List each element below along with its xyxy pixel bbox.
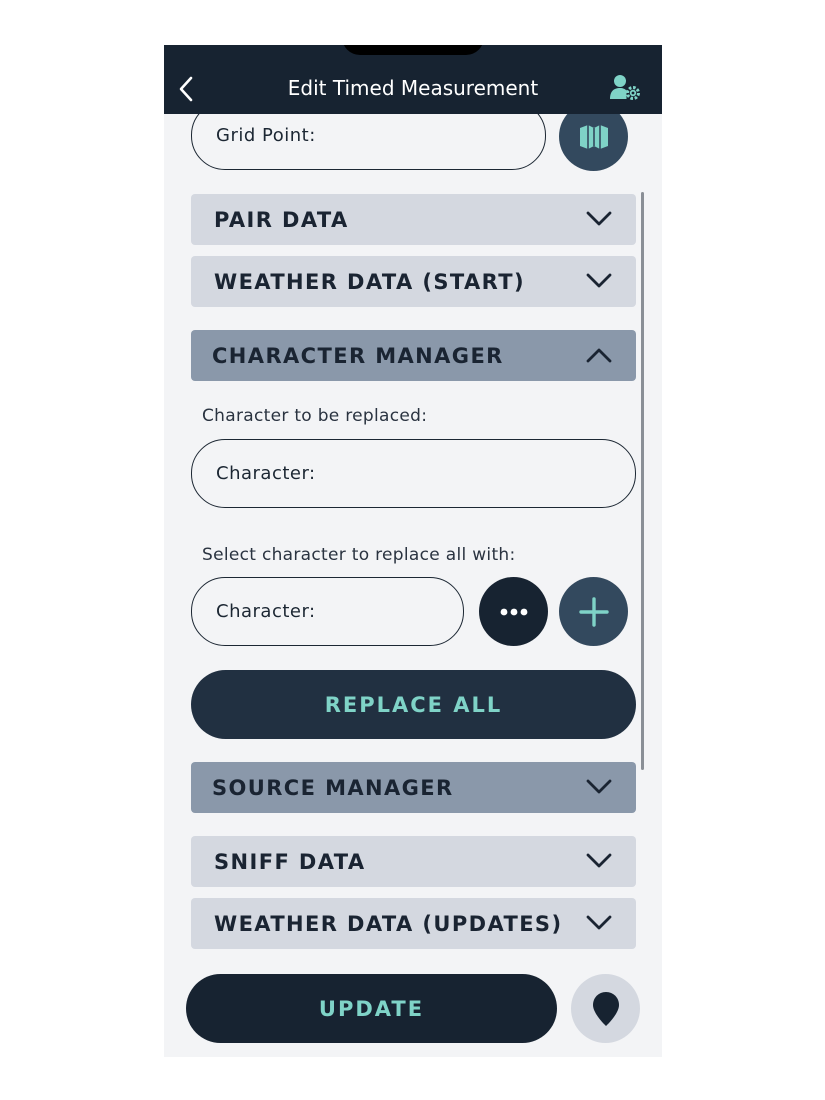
- user-gear-icon: [610, 75, 640, 100]
- map-pin-icon: [592, 991, 619, 1026]
- add-character-button[interactable]: [559, 577, 628, 646]
- section-character-manager[interactable]: CHARACTER MANAGER: [191, 330, 636, 381]
- scrollbar[interactable]: [641, 192, 644, 770]
- section-pair-data-label: PAIR DATA: [214, 207, 349, 232]
- plus-icon: [578, 596, 609, 627]
- section-pair-data[interactable]: PAIR DATA: [191, 194, 636, 245]
- section-character-manager-label: CHARACTER MANAGER: [212, 343, 504, 368]
- section-weather-updates[interactable]: WEATHER DATA (UPDATES): [191, 898, 636, 949]
- update-label: UPDATE: [318, 996, 425, 1021]
- section-source-manager[interactable]: SOURCE MANAGER: [191, 762, 636, 813]
- more-options-button[interactable]: [479, 577, 548, 646]
- chevron-down-icon: [586, 779, 612, 794]
- character-to-replace-label: Character:: [216, 463, 316, 484]
- update-button[interactable]: UPDATE: [186, 974, 557, 1043]
- grid-point-label: Grid Point:: [216, 125, 316, 146]
- device-notch: [342, 45, 484, 55]
- section-weather-start[interactable]: WEATHER DATA (START): [191, 256, 636, 307]
- chevron-up-icon: [586, 348, 612, 363]
- profile-settings-button[interactable]: [609, 73, 641, 101]
- select-caption: Select character to replace all with:: [202, 545, 516, 565]
- section-weather-updates-label: WEATHER DATA (UPDATES): [214, 911, 563, 936]
- grid-point-field[interactable]: Grid Point:: [191, 114, 546, 170]
- replace-all-button[interactable]: REPLACE ALL: [191, 670, 636, 739]
- replace-all-label: REPLACE ALL: [324, 692, 503, 717]
- scroll-content[interactable]: Grid Point: PAIR DATA WEATHER DATA (STAR…: [164, 114, 662, 1057]
- map-button[interactable]: [559, 114, 628, 171]
- phone-screen: Edit Timed Measurement Grid Point: PAIR …: [164, 45, 662, 1057]
- section-sniff-data-label: SNIFF DATA: [214, 849, 366, 874]
- section-sniff-data[interactable]: SNIFF DATA: [191, 836, 636, 887]
- location-button[interactable]: [571, 974, 640, 1043]
- character-to-replace-field[interactable]: Character:: [191, 439, 636, 508]
- replace-caption: Character to be replaced:: [202, 406, 428, 426]
- chevron-down-icon: [586, 915, 612, 930]
- chevron-down-icon: [586, 853, 612, 868]
- chevron-down-icon: [586, 211, 612, 226]
- section-weather-start-label: WEATHER DATA (START): [214, 269, 525, 294]
- page-title: Edit Timed Measurement: [287, 76, 539, 100]
- top-bar: Edit Timed Measurement: [164, 45, 662, 114]
- map-icon: [579, 124, 608, 149]
- chevron-left-icon: [179, 76, 193, 102]
- section-source-manager-label: SOURCE MANAGER: [212, 775, 454, 800]
- replacement-character-label: Character:: [216, 601, 316, 622]
- ellipsis-icon: [500, 608, 527, 615]
- chevron-down-icon: [586, 273, 612, 288]
- back-button[interactable]: [176, 75, 198, 103]
- replacement-character-field[interactable]: Character:: [191, 577, 464, 646]
